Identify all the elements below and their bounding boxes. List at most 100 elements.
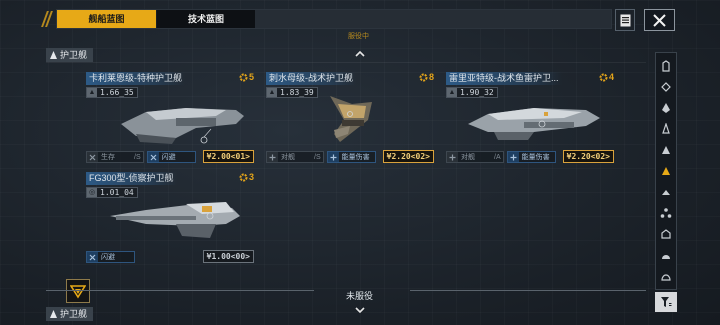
category-frigate-top: 护卫舰 (46, 48, 94, 62)
back-slash-icon[interactable] (41, 11, 53, 27)
ship-rank-value: 3 (248, 172, 254, 182)
ship-name: 雷里亚特级-战术鱼雷护卫... (446, 72, 562, 85)
tag-plus-icon (447, 152, 458, 162)
category-frigate-bottom: 护卫舰 (46, 307, 94, 321)
tag-energy-damage: 能量伤害 (326, 151, 376, 163)
rail-fighter-group[interactable] (656, 204, 676, 222)
chevron-down-icon[interactable] (355, 305, 365, 315)
tag-anti-ship: 对舰 /S (266, 151, 324, 163)
not-in-service-header: 未服役 (346, 291, 374, 301)
tag-label: 闪避 (161, 154, 176, 161)
ship-name: FG300型-侦察护卫舰 (86, 172, 177, 185)
rail-destroyer[interactable] (656, 99, 676, 117)
blueprint-tabs: 舰船蓝图 技术蓝图 (56, 9, 612, 29)
ship-rank: 8 (419, 72, 434, 82)
rank-gear-icon (239, 173, 248, 181)
tag-x-icon (87, 252, 98, 262)
ship-class-icon: ◎ (87, 188, 97, 197)
rail-corvette[interactable] (656, 183, 676, 201)
fleet-emblem-icon[interactable] (66, 279, 90, 303)
ship-class-filter-rail (655, 52, 677, 290)
cruiser-icon (661, 82, 671, 92)
tag-energy-damage: 能量伤害 (506, 151, 556, 163)
rank-gear-icon (599, 73, 608, 81)
station-icon (661, 229, 671, 239)
tag-evasion: 闪避 (146, 151, 196, 163)
ship-tags: 闪避 (86, 251, 135, 263)
ship-model-image (468, 108, 600, 140)
tag-label: 能量伤害 (521, 154, 550, 161)
tag-x-icon (87, 152, 98, 162)
ship-price: ¥2.00<01> (202, 150, 254, 163)
rail-carrier[interactable] (656, 57, 676, 75)
tag-survival: 生存 /S (86, 151, 144, 163)
tag-label: 能量伤害 (341, 154, 370, 161)
close-button[interactable] (644, 9, 675, 31)
ship-card-2[interactable]: 刺水母级-战术护卫舰 8 ▲ 1.83_39 对舰 /S 能量伤害 ¥2.20<… (266, 72, 434, 168)
bottom-divider-left (46, 290, 314, 291)
bottom-divider-right (410, 290, 646, 291)
chevron-up-icon[interactable] (355, 49, 365, 59)
rail-light-ship[interactable] (656, 120, 676, 138)
destroyer-icon (662, 103, 670, 113)
tab-tech-blueprint[interactable]: 技术蓝图 (157, 10, 255, 28)
ship-model-image (110, 202, 240, 238)
carrier-icon (662, 60, 670, 72)
filter-button[interactable] (655, 292, 677, 312)
document-icon (620, 14, 630, 26)
ship-stat: ▲ 1.83_39 (266, 87, 318, 98)
ship-card-4[interactable]: FG300型-侦察护卫舰 3 ◎ 1.01_04 闪避 ¥1.00<00> (86, 172, 254, 268)
tag-label: 闪避 (101, 254, 115, 261)
ship-model-image (330, 96, 372, 142)
filter-icon (661, 297, 672, 307)
ship-rank-value: 8 (428, 72, 434, 82)
ship-rank-value: 5 (248, 72, 254, 82)
ship-rank: 4 (599, 72, 614, 82)
tag-grade: /S (134, 153, 141, 161)
tag-grade: /S (314, 153, 321, 161)
tag-label: 对舰 (461, 154, 475, 161)
ship-class-icon: ▲ (87, 88, 97, 97)
tag-anti-ship: 对舰 /A (446, 151, 504, 163)
tag-x-icon (147, 152, 159, 162)
frigate-selected-icon (662, 167, 670, 175)
in-service-header: 服役中 (348, 33, 369, 40)
ship-card-3[interactable]: 雷里亚特级-战术鱼雷护卫... 4 ▲ 1.90_32 对舰 /A 能量伤害 ¥… (446, 72, 614, 168)
ship-tags: 对舰 /S 能量伤害 (266, 151, 376, 163)
rank-gear-icon (239, 73, 248, 81)
ship-price: ¥1.00<00> (202, 250, 254, 263)
tab-ship-blueprint[interactable]: 舰船蓝图 (57, 10, 156, 28)
tag-plus-icon (327, 152, 339, 162)
ship-class-icon: ▲ (447, 88, 457, 97)
ship-name: 刺水母级-战术护卫舰 (266, 72, 356, 85)
tag-label: 对舰 (281, 154, 295, 161)
ship-price: ¥2.20<02> (382, 150, 434, 163)
ship-tags: 对舰 /A 能量伤害 (446, 151, 556, 163)
close-icon (653, 13, 666, 27)
document-button[interactable] (615, 9, 635, 31)
cargo-icon (661, 274, 671, 281)
light-ship-icon (662, 123, 670, 134)
tag-plus-icon (267, 152, 278, 162)
frigate-icon (662, 146, 670, 154)
rail-station[interactable] (656, 225, 676, 243)
rank-gear-icon (419, 73, 428, 81)
rail-cruiser[interactable] (656, 78, 676, 96)
frigate-category-icon (50, 51, 57, 59)
rail-frigate-selected[interactable] (656, 162, 676, 180)
rail-frigate[interactable] (656, 141, 676, 159)
rail-dome[interactable] (656, 246, 676, 264)
ship-card-1[interactable]: 卡利莱恩级-特种护卫舰 5 ▲ 1.66_35 生存 /S 闪避 ¥2.00<0… (86, 72, 254, 168)
dome-icon (662, 255, 670, 259)
fighter-group-icon (660, 208, 672, 218)
ship-stat-value: 1.83_39 (280, 88, 314, 97)
divider-line (46, 62, 646, 63)
ship-rank: 3 (239, 172, 254, 182)
ship-tags: 生存 /S 闪避 (86, 151, 196, 163)
frigate-category-icon (50, 310, 57, 318)
corvette-icon (662, 190, 670, 195)
tag-label: 生存 (101, 154, 115, 161)
rail-cargo[interactable] (656, 267, 676, 285)
category-label: 护卫舰 (60, 309, 88, 319)
ship-rank-value: 4 (608, 72, 614, 82)
